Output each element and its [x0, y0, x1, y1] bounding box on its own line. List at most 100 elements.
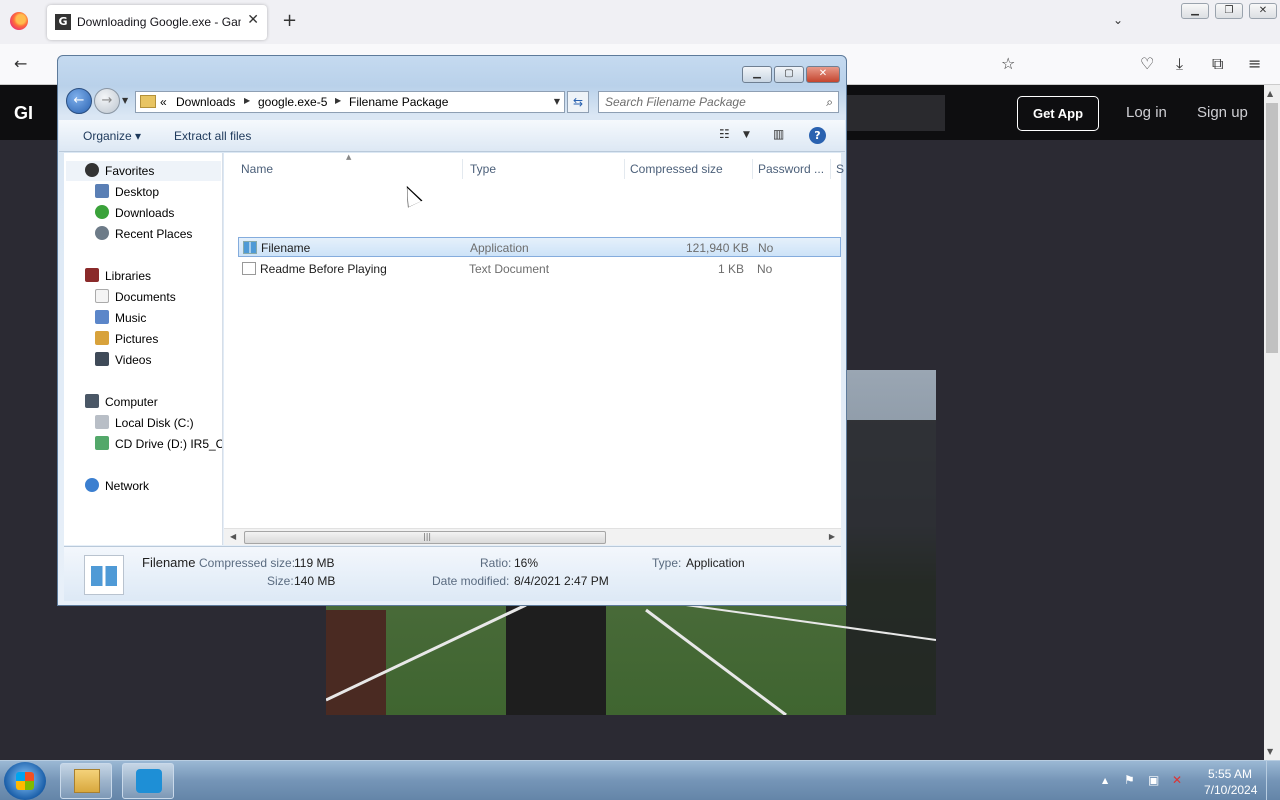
- nav-local-disk[interactable]: Local Disk (C:): [115, 416, 194, 430]
- firefox-icon[interactable]: [10, 12, 28, 30]
- column-divider[interactable]: [830, 159, 831, 179]
- details-compressed-size-label: Compressed size:: [199, 556, 296, 570]
- nav-network[interactable]: Network: [105, 479, 149, 493]
- nav-recent-places[interactable]: Recent Places: [115, 227, 192, 241]
- pocket-icon[interactable]: ♡: [1140, 54, 1154, 73]
- windows-logo-icon: [16, 772, 34, 790]
- taskbar-explorer-button[interactable]: [60, 763, 112, 799]
- details-size: 140 MB: [294, 574, 336, 588]
- nav-pictures[interactable]: Pictures: [115, 332, 158, 346]
- downloads-icon[interactable]: ⤓: [1176, 54, 1183, 74]
- explorer-back-button[interactable]: ←: [66, 88, 92, 114]
- close-browser-button[interactable]: ✕: [1249, 3, 1277, 19]
- clock-time[interactable]: 5:55 AM: [1208, 767, 1252, 781]
- page-scroll-thumb[interactable]: [1266, 103, 1278, 353]
- scroll-down-icon[interactable]: ▼: [1267, 747, 1273, 756]
- nav-documents[interactable]: Documents: [115, 290, 176, 304]
- breadcrumb-downloads[interactable]: Downloads: [176, 95, 235, 109]
- nav-favorites[interactable]: Favorites: [105, 164, 154, 178]
- details-type-label: Type:: [652, 556, 682, 570]
- column-header-size[interactable]: S: [836, 162, 844, 176]
- menu-icon[interactable]: ≡: [1248, 54, 1261, 73]
- view-options-dropdown-icon[interactable]: ▼: [743, 130, 750, 140]
- breadcrumb-google-exe[interactable]: google.exe-5: [258, 95, 327, 109]
- recent-pages-icon[interactable]: ▼: [122, 96, 128, 105]
- column-divider[interactable]: [624, 159, 625, 179]
- minimize-browser-button[interactable]: ▁: [1181, 3, 1209, 19]
- horizontal-scroll-thumb[interactable]: |||: [244, 531, 606, 544]
- restore-browser-button[interactable]: ❐: [1215, 3, 1243, 19]
- browser-tab-active[interactable]: G Downloading Google.exe - Game ✕: [47, 5, 267, 40]
- new-tab-icon[interactable]: +: [282, 10, 297, 31]
- search-box[interactable]: ⌕: [598, 91, 839, 113]
- favorites-star-icon: [85, 163, 99, 177]
- organize-button[interactable]: Organize ▾: [83, 129, 141, 143]
- volume-muted-icon[interactable]: ✕: [1172, 773, 1182, 787]
- get-app-button[interactable]: Get App: [1017, 96, 1099, 131]
- details-pane: Filename Compressed size: 119 MB Size: 1…: [64, 546, 841, 601]
- bookmark-star-icon[interactable]: ☆: [1001, 54, 1015, 73]
- change-view-icon[interactable]: ☷: [719, 127, 730, 141]
- start-button[interactable]: [4, 762, 46, 800]
- nav-music[interactable]: Music: [115, 311, 146, 325]
- maximize-window-button[interactable]: ▢: [774, 66, 804, 83]
- network-tray-icon[interactable]: ▣: [1148, 773, 1159, 787]
- scroll-up-icon[interactable]: ▲: [1267, 89, 1273, 98]
- column-header-password[interactable]: Password ...: [758, 162, 824, 176]
- column-header-name[interactable]: Name: [241, 162, 273, 176]
- file-password: No: [758, 241, 774, 255]
- scroll-right-icon[interactable]: ▶: [829, 532, 835, 541]
- file-row[interactable]: Filename Application 121,940 KB No: [238, 237, 841, 257]
- cd-drive-icon: [95, 436, 109, 450]
- taskbar-browser-button[interactable]: [122, 763, 174, 799]
- search-input[interactable]: [605, 94, 810, 110]
- breadcrumb-filename-package[interactable]: Filename Package: [349, 95, 448, 109]
- preview-pane-icon[interactable]: ▥: [773, 127, 784, 141]
- file-type: Text Document: [469, 262, 550, 276]
- nav-downloads[interactable]: Downloads: [115, 206, 174, 220]
- clock-date[interactable]: 7/10/2024: [1204, 783, 1257, 797]
- horizontal-scrollbar[interactable]: ◀ ||| ▶: [224, 528, 841, 545]
- site-logo[interactable]: GI: [14, 103, 33, 124]
- nav-desktop[interactable]: Desktop: [115, 185, 159, 199]
- command-bar: Organize ▾ Extract all files ☷ ▼ ▥ ?: [59, 120, 845, 152]
- list-all-tabs-icon[interactable]: ⌄: [1113, 13, 1123, 27]
- help-icon[interactable]: ?: [809, 127, 826, 144]
- show-desktop-button[interactable]: [1266, 761, 1280, 800]
- extensions-icon[interactable]: ⧉: [1212, 54, 1223, 74]
- column-header-type[interactable]: Type: [470, 162, 496, 176]
- nav-libraries[interactable]: Libraries: [105, 269, 151, 283]
- extract-all-button[interactable]: Extract all files: [174, 129, 251, 143]
- breadcrumb-overflow[interactable]: «: [160, 95, 167, 109]
- address-bar[interactable]: « Downloads ▶ google.exe-5 ▶ Filename Pa…: [135, 91, 565, 113]
- details-date-modified: 8/4/2021 2:47 PM: [514, 574, 609, 588]
- column-header-compressed-size[interactable]: Compressed size: [630, 162, 723, 176]
- site-search-bar[interactable]: [845, 95, 945, 131]
- address-dropdown-icon[interactable]: ▼: [554, 97, 560, 106]
- show-hidden-icons-icon[interactable]: ▲: [1102, 776, 1108, 785]
- scroll-left-icon[interactable]: ◀: [230, 532, 236, 541]
- log-in-link[interactable]: Log in: [1126, 104, 1167, 121]
- column-divider[interactable]: [462, 159, 463, 179]
- minimize-window-button[interactable]: ▁: [742, 66, 772, 83]
- close-window-button[interactable]: ✕: [806, 66, 840, 83]
- browser-tab-bar: G Downloading Google.exe - Game ✕ + ⌄ ▁ …: [0, 0, 1280, 44]
- pictures-icon: [95, 331, 109, 345]
- column-divider[interactable]: [752, 159, 753, 179]
- back-arrow-icon[interactable]: ←: [14, 54, 27, 73]
- tab-close-icon[interactable]: ✕: [247, 12, 259, 28]
- details-file-name: Filename: [142, 555, 196, 570]
- breadcrumb-chevron-icon[interactable]: ▶: [244, 96, 250, 105]
- nav-cd-drive[interactable]: CD Drive (D:) IR5_CC: [115, 437, 222, 451]
- nav-videos[interactable]: Videos: [115, 353, 151, 367]
- nav-computer[interactable]: Computer: [105, 395, 158, 409]
- file-row[interactable]: Readme Before Playing Text Document 1 KB…: [238, 259, 841, 279]
- explorer-forward-button[interactable]: →: [94, 88, 120, 114]
- breadcrumb-chevron-icon[interactable]: ▶: [335, 96, 341, 105]
- page-scrollbar[interactable]: ▲ ▼: [1264, 85, 1280, 760]
- search-icon[interactable]: ⌕: [826, 95, 833, 110]
- details-type: Application: [686, 556, 745, 570]
- action-center-flag-icon[interactable]: ⚑: [1124, 773, 1135, 787]
- sign-up-link[interactable]: Sign up: [1197, 104, 1248, 121]
- refresh-icon[interactable]: ⇆: [567, 91, 589, 113]
